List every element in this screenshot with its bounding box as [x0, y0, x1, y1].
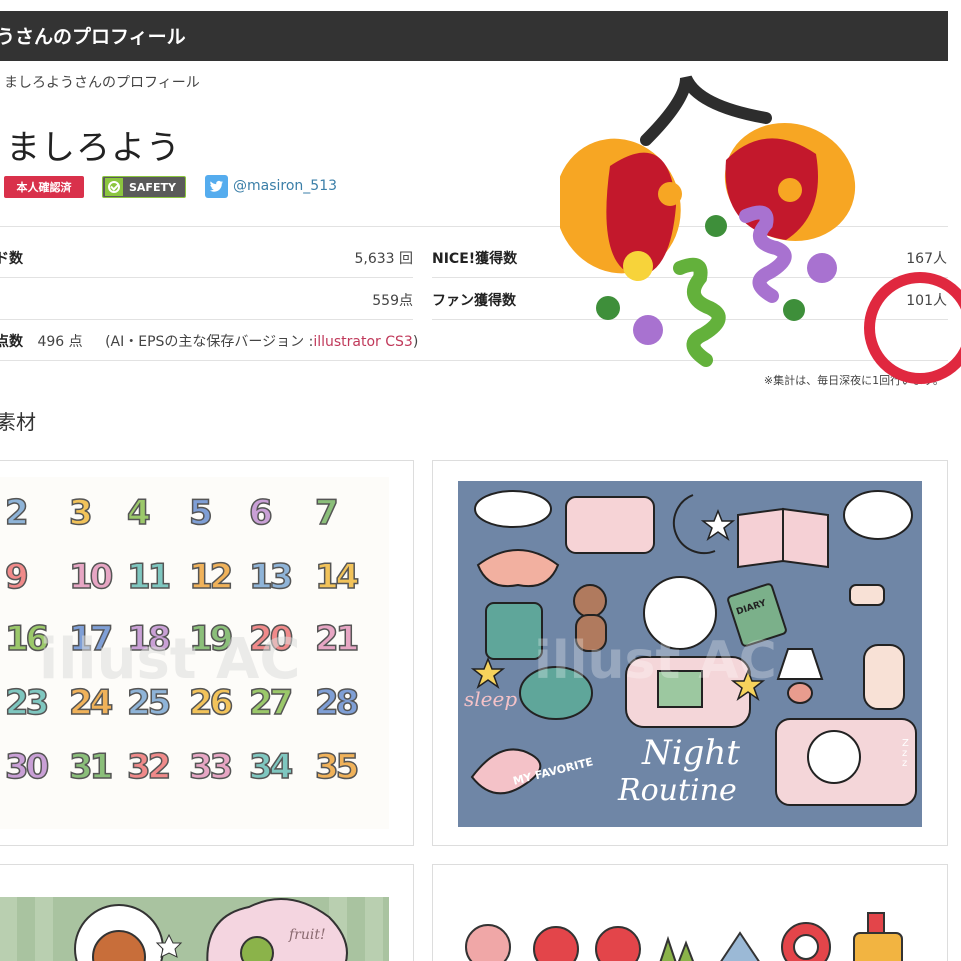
divider — [0, 277, 413, 278]
number-sticker: 33 — [188, 746, 234, 788]
number-sticker: 10 — [68, 556, 114, 598]
divider — [432, 277, 948, 278]
version-note-prefix: (AI・EPSの主な保存バージョン : — [105, 334, 314, 350]
number-sticker: 13 — [248, 556, 294, 598]
download-count-label: ド数 — [0, 251, 23, 267]
number-sticker: 2 — [4, 492, 29, 534]
items-count-value: 559点 — [372, 293, 413, 309]
section-title: 素材 — [0, 410, 36, 434]
night-title: Night — [642, 733, 740, 773]
fruit-thumbnail[interactable]: fruit! — [0, 897, 389, 961]
verified-badge: 本人確認済 — [4, 176, 84, 198]
night-routine-thumbnail[interactable]: sleep MY FAVORITE DIARY Z z z Night Rout… — [458, 481, 922, 827]
number-sticker: 7 — [314, 492, 339, 534]
safety-badge: SAFETY — [102, 176, 186, 198]
number-sticker: 5 — [188, 492, 213, 534]
material-card[interactable]: fruit! — [0, 864, 414, 961]
number-sticker: 32 — [126, 746, 172, 788]
divider — [0, 360, 948, 361]
watermark: illust AC — [534, 631, 777, 691]
twitter-icon[interactable] — [205, 175, 228, 198]
safety-label: SAFETY — [129, 180, 176, 194]
number-sticker: 28 — [314, 682, 360, 724]
number-sticker: 6 — [248, 492, 273, 534]
divider — [0, 319, 413, 320]
material-card[interactable] — [432, 864, 948, 961]
download-count-value: 5,633 回 — [354, 251, 413, 267]
nice-count-label: NICE!獲得数 — [432, 251, 518, 267]
fan-count-label: ファン獲得数 — [432, 293, 516, 309]
page-title: うさんのプロフィール — [0, 26, 186, 48]
nice-count-value: 167人 — [906, 251, 947, 267]
number-sticker: 21 — [314, 618, 360, 660]
watermark: illust AC — [39, 627, 301, 692]
number-sheet-thumbnail[interactable]: 2 3 4 5 6 7 9 10 11 12 13 14 16 17 18 19 20 21 23 24 25 26 27 2… — [0, 477, 389, 829]
number-sticker: 3 — [68, 492, 93, 534]
number-sticker: 30 — [4, 746, 50, 788]
ai-eps-value: 496 点 — [37, 334, 83, 350]
sleep-label: sleep — [464, 687, 518, 711]
number-sticker: 11 — [126, 556, 172, 598]
routine-title: Routine — [618, 773, 737, 808]
zzz-label: Z z z — [902, 738, 909, 769]
material-card[interactable]: sleep MY FAVORITE DIARY Z z z Night Rout… — [432, 460, 948, 846]
check-icon — [105, 178, 123, 196]
number-sticker: 14 — [314, 556, 360, 598]
number-sticker: 31 — [68, 746, 114, 788]
ai-eps-row: 点数 496 点 (AI・EPSの主な保存バージョン :illustrator … — [0, 331, 418, 351]
version-note-suffix: ) — [412, 334, 419, 350]
twitter-handle-link[interactable]: @masiron_513 — [233, 178, 337, 194]
number-sticker: 9 — [4, 556, 29, 598]
number-sticker: 34 — [248, 746, 294, 788]
number-sticker: 35 — [314, 746, 360, 788]
number-sticker: 4 — [126, 492, 151, 534]
illustrator-version-link[interactable]: illustrator CS3 — [313, 334, 413, 350]
new-year-illustration — [465, 912, 903, 961]
material-card[interactable]: 2 3 4 5 6 7 9 10 11 12 13 14 16 17 18 19 20 21 23 24 25 26 27 2… — [0, 460, 414, 846]
new-year-icons-thumbnail[interactable] — [458, 909, 922, 961]
user-name: ましろよう — [6, 128, 181, 168]
fruit-illustration — [0, 897, 383, 961]
fruit-label: fruit! — [289, 927, 326, 943]
ai-eps-label: 点数 — [0, 334, 23, 350]
party-popper-icon — [560, 75, 856, 367]
breadcrumb[interactable]: ましろようさんのプロフィール — [4, 72, 200, 92]
highlight-circle — [864, 272, 961, 384]
number-sticker: 12 — [188, 556, 234, 598]
divider — [0, 226, 948, 227]
